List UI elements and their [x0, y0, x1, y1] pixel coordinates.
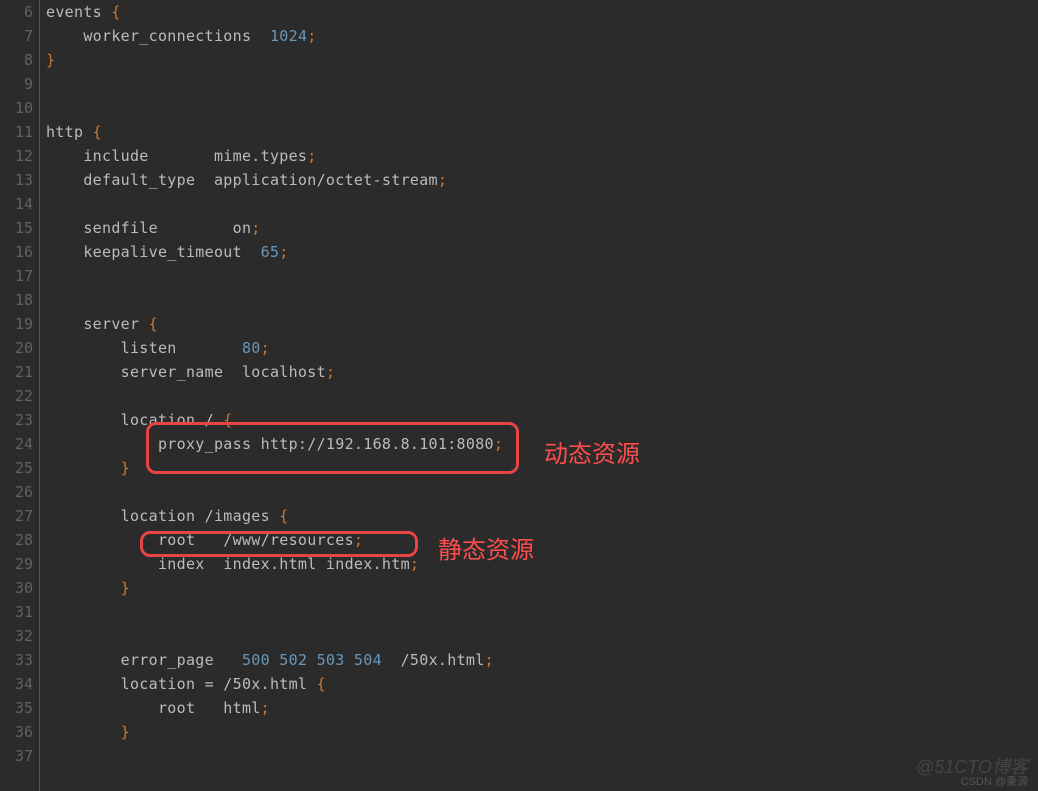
line-number: 10 [0, 96, 33, 120]
line-number: 13 [0, 168, 33, 192]
code-area[interactable]: events { worker_connections 1024; } http… [40, 0, 1038, 791]
line-number: 30 [0, 576, 33, 600]
code-line [46, 192, 1038, 216]
line-number: 26 [0, 480, 33, 504]
code-line: keepalive_timeout 65; [46, 240, 1038, 264]
code-line: } [46, 720, 1038, 744]
code-line: include mime.types; [46, 144, 1038, 168]
line-number: 8 [0, 48, 33, 72]
line-number: 31 [0, 600, 33, 624]
line-number-gutter: 6 7 8 9 10 11 12 13 14 15 16 17 18 19 20… [0, 0, 40, 791]
code-line [46, 744, 1038, 768]
code-line [46, 384, 1038, 408]
line-number: 29 [0, 552, 33, 576]
code-line: location / { [46, 408, 1038, 432]
code-line: worker_connections 1024; [46, 24, 1038, 48]
line-number: 23 [0, 408, 33, 432]
line-number: 25 [0, 456, 33, 480]
line-number: 32 [0, 624, 33, 648]
line-number: 17 [0, 264, 33, 288]
code-line: sendfile on; [46, 216, 1038, 240]
line-number: 33 [0, 648, 33, 672]
code-line: server_name localhost; [46, 360, 1038, 384]
code-line: index index.html index.htm; [46, 552, 1038, 576]
code-line: events { [46, 0, 1038, 24]
code-line [46, 480, 1038, 504]
code-line: default_type application/octet-stream; [46, 168, 1038, 192]
code-line: root html; [46, 696, 1038, 720]
code-line [46, 288, 1038, 312]
code-line: listen 80; [46, 336, 1038, 360]
code-line: error_page 500 502 503 504 /50x.html; [46, 648, 1038, 672]
code-line: server { [46, 312, 1038, 336]
code-line [46, 96, 1038, 120]
code-line: } [46, 456, 1038, 480]
line-number: 34 [0, 672, 33, 696]
code-line: proxy_pass http://192.168.8.101:8080; [46, 432, 1038, 456]
line-number: 20 [0, 336, 33, 360]
code-line [46, 600, 1038, 624]
line-number: 19 [0, 312, 33, 336]
code-line: location /images { [46, 504, 1038, 528]
code-line: } [46, 48, 1038, 72]
line-number: 35 [0, 696, 33, 720]
line-number: 6 [0, 0, 33, 24]
line-number: 22 [0, 384, 33, 408]
line-number: 7 [0, 24, 33, 48]
code-line: root /www/resources; [46, 528, 1038, 552]
line-number: 16 [0, 240, 33, 264]
line-number: 24 [0, 432, 33, 456]
watermark: CSDN @秉源 [961, 773, 1028, 789]
line-number: 12 [0, 144, 33, 168]
code-editor: 6 7 8 9 10 11 12 13 14 15 16 17 18 19 20… [0, 0, 1038, 791]
line-number: 36 [0, 720, 33, 744]
code-line [46, 264, 1038, 288]
line-number: 27 [0, 504, 33, 528]
line-number: 18 [0, 288, 33, 312]
line-number: 28 [0, 528, 33, 552]
code-line: location = /50x.html { [46, 672, 1038, 696]
line-number: 37 [0, 744, 33, 768]
line-number: 9 [0, 72, 33, 96]
code-line: http { [46, 120, 1038, 144]
code-line [46, 624, 1038, 648]
line-number: 14 [0, 192, 33, 216]
line-number: 21 [0, 360, 33, 384]
line-number: 15 [0, 216, 33, 240]
code-line [46, 72, 1038, 96]
line-number: 11 [0, 120, 33, 144]
code-line: } [46, 576, 1038, 600]
